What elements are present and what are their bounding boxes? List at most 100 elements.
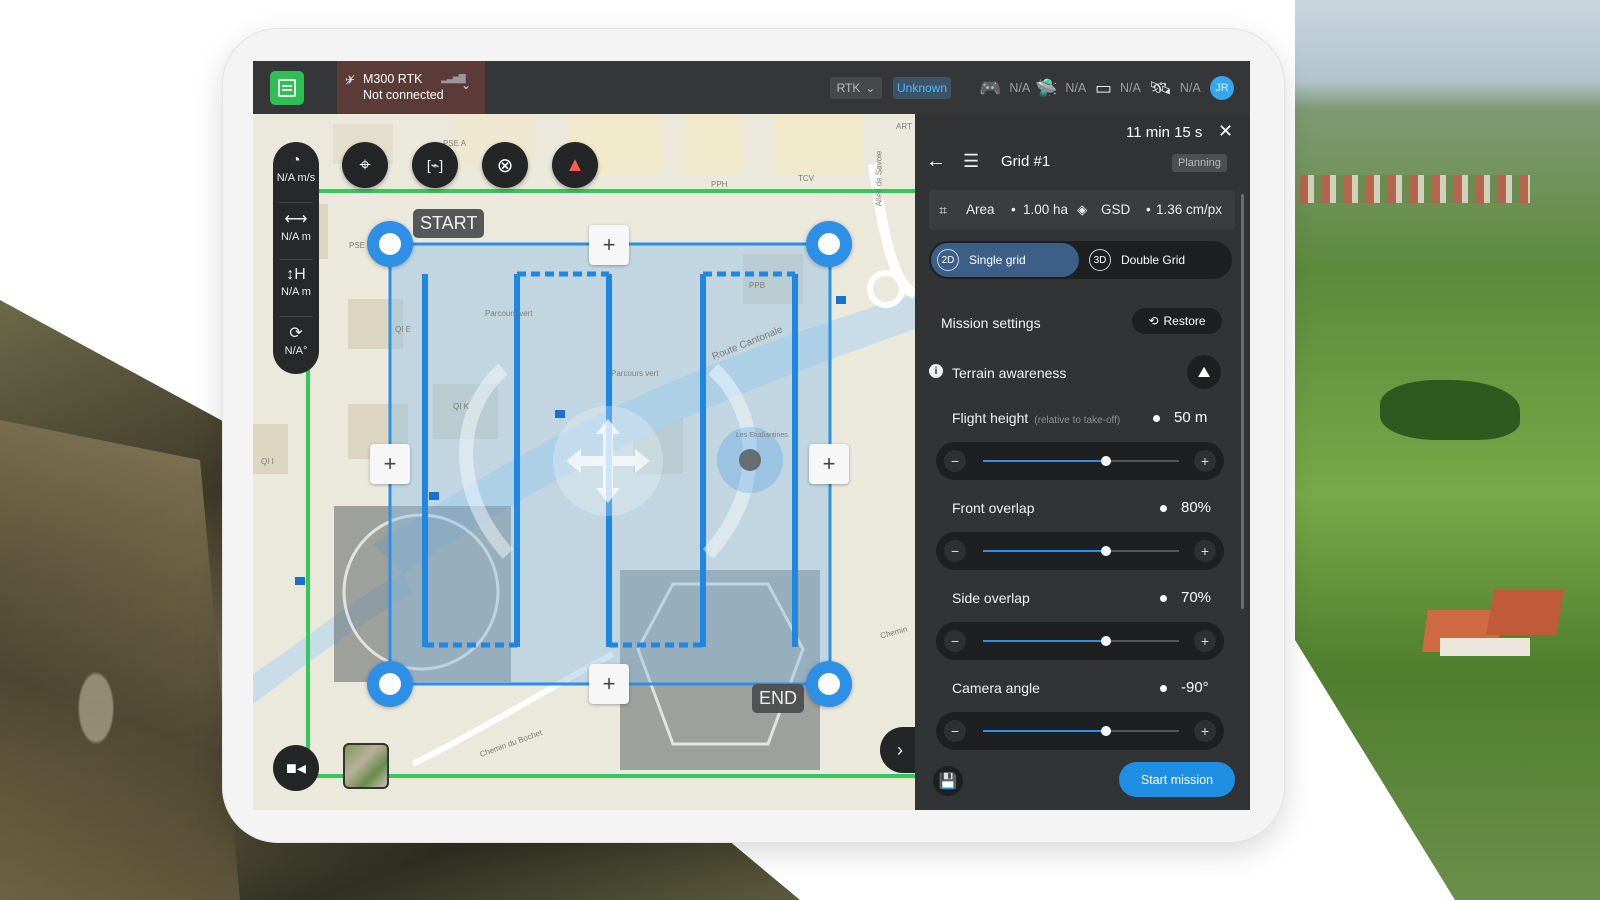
plus-icon[interactable]: +: [1194, 540, 1216, 562]
panel-scrollbar[interactable]: [1241, 194, 1244, 609]
info-icon[interactable]: i: [929, 364, 943, 378]
slider-track: [983, 636, 1179, 646]
flight-height-label-text: Flight height: [952, 410, 1029, 426]
gsd-value: 1.36 cm/px: [1156, 202, 1223, 217]
locate-me-button[interactable]: ⌖: [342, 142, 388, 188]
camera-feed-button[interactable]: ■◂: [273, 745, 319, 791]
rotate-cancel-icon: ⊗: [496, 154, 514, 177]
plus-icon: +: [822, 451, 836, 476]
plus-icon[interactable]: +: [1194, 720, 1216, 742]
fit-to-area-button[interactable]: [⌁]: [412, 142, 458, 188]
drone-battery-icon: 🛸: [1035, 77, 1058, 98]
terrain-awareness-button[interactable]: ⛰: [1187, 355, 1221, 389]
add-vertex-button[interactable]: +: [589, 225, 629, 265]
slider-fill: [983, 550, 1107, 552]
rtk-status-badge: Unknown: [893, 77, 951, 99]
minus-icon[interactable]: −: [944, 540, 966, 562]
add-vertex-button[interactable]: +: [589, 664, 629, 704]
flight-height-label: Flight height (relative to take-off): [952, 410, 1120, 426]
slider-knob[interactable]: [1101, 726, 1112, 736]
area-gsd-summary: ⌗ Area • 1.00 ha ◈ GSD • 1.36 cm/px: [929, 190, 1235, 230]
height-readout: ↕H N/A m: [273, 266, 319, 298]
satellite-value: N/A: [1179, 81, 1201, 95]
minus-icon[interactable]: −: [944, 450, 966, 472]
sd-card-status: ▭ N/A: [1095, 75, 1141, 101]
drone-selector[interactable]: ✈̸ M300 RTK ▂▃▅▇ Not connected ⌄: [337, 61, 485, 114]
map-view[interactable]: Route Cantonale Parcours vert Parcours v…: [253, 114, 915, 810]
sd-card-value: N/A: [1120, 81, 1141, 95]
background-village: [1300, 175, 1530, 203]
front-overlap-slider[interactable]: − +: [936, 532, 1224, 570]
compass-button[interactable]: ▲: [552, 142, 598, 188]
map-poi-label: PPH: [711, 180, 728, 189]
grid-type-toggle: 2D Single grid 3D Double Grid: [929, 241, 1232, 279]
plus-icon[interactable]: +: [1194, 630, 1216, 652]
area-corner-handle[interactable]: [367, 661, 413, 707]
distance-value: N/A m: [281, 231, 311, 243]
satellite-icon: 🛰: [1149, 77, 1172, 98]
chevron-right-icon: ›: [897, 739, 903, 760]
camera-angle-slider[interactable]: − +: [936, 712, 1224, 750]
front-overlap-label: Front overlap: [952, 500, 1035, 516]
app-screen: ✈̸ M300 RTK ▂▃▅▇ Not connected ⌄ RTK ⌄ U…: [253, 61, 1250, 810]
terrain-awareness-label: Terrain awareness: [952, 365, 1067, 381]
side-overlap-slider[interactable]: − +: [936, 622, 1224, 660]
app-logo-icon[interactable]: [270, 71, 304, 105]
minus-icon[interactable]: −: [944, 720, 966, 742]
side-overlap-value: 70%: [1181, 589, 1212, 606]
add-vertex-button[interactable]: +: [809, 444, 849, 484]
back-arrow-icon[interactable]: ←: [926, 150, 946, 173]
map-street-label: Parcours vert: [611, 369, 659, 378]
single-grid-option[interactable]: 2D Single grid: [931, 243, 1079, 277]
plus-icon[interactable]: +: [1194, 450, 1216, 472]
rtk-dropdown[interactable]: RTK ⌄: [830, 77, 882, 99]
start-mission-button[interactable]: Start mission: [1119, 762, 1235, 797]
background-house: [1486, 590, 1564, 635]
user-avatar[interactable]: JR: [1210, 76, 1234, 100]
telemetry-bar: ◔ N/A m/s ⟷ N/A m ↕H N/A m ⟳ N/A°: [273, 142, 319, 374]
sd-card-icon: ▭: [1095, 77, 1113, 98]
map-poi-label: ART: [896, 122, 912, 131]
add-vertex-button[interactable]: +: [370, 444, 410, 484]
save-button[interactable]: 💾: [933, 766, 963, 796]
distance-icon: ⟷: [284, 211, 308, 228]
slider-knob[interactable]: [1101, 636, 1112, 646]
double-grid-option[interactable]: 3D Double Grid: [1083, 243, 1228, 277]
area-corner-handle[interactable]: [806, 221, 852, 267]
map-poi-label: QI K: [453, 402, 470, 411]
minus-icon[interactable]: −: [944, 630, 966, 652]
chevron-down-icon: ⌄: [461, 78, 472, 92]
speedometer-icon: ◔: [291, 152, 301, 169]
map-layer-thumbnail[interactable]: [343, 743, 389, 789]
grid-mission-icon: ☰: [963, 151, 980, 171]
flight-height-hint: (relative to take-off): [1034, 415, 1121, 426]
area-label: Area: [966, 202, 995, 217]
flight-height-value: 50 m: [1174, 409, 1208, 426]
mission-title: Grid #1: [1001, 153, 1051, 170]
rtk-label: RTK: [836, 81, 861, 95]
area-corner-handle[interactable]: [806, 661, 852, 707]
drone-name: M300 RTK: [363, 72, 423, 86]
restore-button[interactable]: ⟲ Restore: [1132, 308, 1222, 334]
start-marker-label: START: [413, 209, 485, 238]
slider-knob[interactable]: [1101, 546, 1112, 556]
plus-icon: +: [602, 232, 616, 257]
status-badge: Planning: [1172, 154, 1227, 172]
flight-height-slider[interactable]: − +: [936, 442, 1224, 480]
camera-angle-value: -90°: [1181, 679, 1209, 696]
close-icon[interactable]: ✕: [1218, 121, 1233, 142]
slider-fill: [983, 640, 1107, 642]
remote-controller-value: N/A: [1009, 81, 1031, 95]
side-overlap-label: Side overlap: [952, 590, 1030, 606]
speed-value: N/A m/s: [276, 172, 316, 184]
map-poi-label: TCV: [798, 174, 814, 183]
plus-icon: +: [383, 451, 397, 476]
map-poi-label: QI E: [395, 325, 412, 334]
map-street-label: Parcours vert: [485, 309, 533, 318]
mountain-icon: ⛰: [1197, 363, 1211, 381]
background-house-wall: [1440, 638, 1530, 656]
clear-mission-button[interactable]: ⊗: [482, 142, 528, 188]
map-street-label: Allée de Savoie: [874, 150, 884, 207]
area-corner-handle[interactable]: [367, 221, 413, 267]
slider-knob[interactable]: [1101, 456, 1112, 466]
